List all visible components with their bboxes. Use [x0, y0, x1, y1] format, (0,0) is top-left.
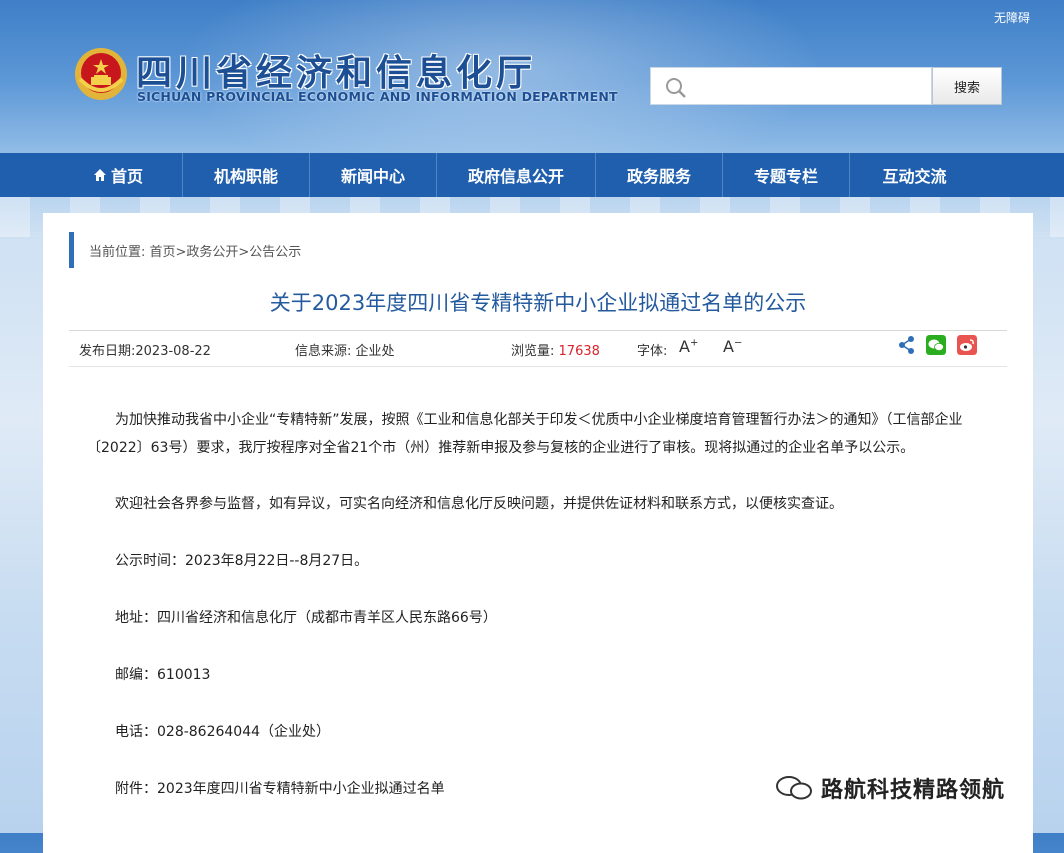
nav-item-topics[interactable]: 专题专栏 [723, 153, 850, 197]
view-count-label: 浏览量: [511, 344, 555, 359]
paragraph-1-line-1: 为加快推动我省中小企业“专精特新”发展，按照《工业和信息化部关于印发＜优质中小企… [115, 412, 963, 428]
paragraph-3: 公示时间：2023年8月22日--8月27日。 [115, 553, 369, 569]
font-increase-button[interactable]: A+ [679, 337, 698, 356]
info-source-value: 企业处 [355, 344, 395, 359]
info-source-label: 信息来源: [295, 344, 352, 359]
font-size-label: 字体: [637, 344, 668, 359]
font-decrease-glyph: A [723, 337, 734, 356]
weibo-icon[interactable] [957, 335, 977, 355]
article-title: 关于2023年度四川省专精特新中小企业拟通过名单的公示 [269, 291, 807, 315]
nav-item-label: 首页 [110, 167, 143, 186]
info-source: 信息来源: 企业处 [295, 340, 395, 359]
paragraph-6: 电话：028-86264044（企业处） [115, 724, 331, 740]
view-count-value: 17638 [558, 344, 600, 359]
wechat-watermark-icon [776, 776, 812, 800]
paragraph-5: 邮编：610013 [115, 667, 211, 683]
site-subtitle: SICHUAN PROVINCIAL ECONOMIC AND INFORMAT… [137, 89, 618, 104]
nav-item-services[interactable]: 政务服务 [596, 153, 723, 197]
publish-date: 发布日期:2023-08-22 [79, 344, 211, 359]
home-icon [93, 169, 106, 181]
paragraph-1-line-2: 〔2022〕63号）要求，我厅按程序对全省21个市（州）推荐新申报及参与复核的企… [87, 440, 915, 456]
site-header: 无障碍 四川省经济和信息化厅 SICHUAN PROVINCIAL ECONOM… [0, 0, 1064, 153]
font-decrease-button[interactable]: A− [723, 337, 742, 356]
paragraph-2: 欢迎社会各界参与监督，如有异议，可实名向经济和信息化厅反映问题，并提供佐证材料和… [115, 496, 843, 512]
national-emblem-icon [75, 48, 127, 100]
view-count: 浏览量: 17638 [511, 340, 600, 359]
paragraph-4: 地址：四川省经济和信息化厅（成都市青羊区人民东路66号） [115, 610, 497, 626]
nav-item-interaction[interactable]: 互动交流 [850, 153, 979, 197]
wechat-icon[interactable] [926, 335, 946, 355]
content-panel: 当前位置: 首页>政务公开>公告公示 关于2023年度四川省专精特新中小企业拟通… [43, 213, 1033, 853]
watermark: 路航科技精路领航 [773, 772, 1005, 804]
search-input[interactable] [650, 67, 932, 105]
search-icon [666, 78, 686, 98]
breadcrumb[interactable]: 当前位置: 首页>政务公开>公告公示 [69, 232, 301, 268]
attachment-link[interactable]: 附件：2023年度四川省专精特新中小企业拟通过名单 [115, 775, 445, 803]
search-bar: 搜索 [650, 67, 1002, 105]
share-icon[interactable] [897, 335, 917, 355]
font-increase-glyph: A [679, 337, 690, 356]
main-nav: 首页 机构职能 新闻中心 政府信息公开 政务服务 专题专栏 互动交流 [0, 153, 1064, 197]
nav-item-gov-info[interactable]: 政府信息公开 [437, 153, 596, 197]
nav-item-news[interactable]: 新闻中心 [310, 153, 437, 197]
watermark-text: 路航科技精路领航 [821, 778, 1006, 803]
accessibility-link[interactable]: 无障碍 [994, 9, 1030, 26]
search-button[interactable]: 搜索 [932, 67, 1002, 105]
article-meta: 发布日期:2023-08-22 信息来源: 企业处 浏览量: 17638 字体:… [69, 330, 1007, 367]
nav-item-functions[interactable]: 机构职能 [183, 153, 310, 197]
nav-item-home[interactable]: 首页 [54, 153, 183, 197]
